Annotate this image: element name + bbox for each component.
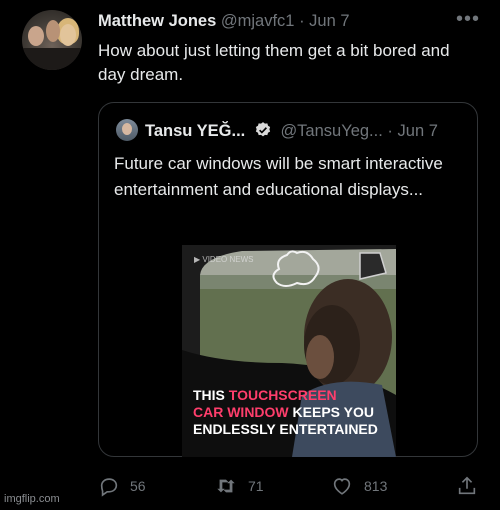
quoted-header: Tansu YEĞ... @TansuYeg... · Jun 7 xyxy=(145,121,438,144)
avatar-photo-detail xyxy=(46,20,60,42)
separator: · xyxy=(387,122,393,140)
reply-count: 56 xyxy=(130,478,146,494)
tweet-date[interactable]: Jun 7 xyxy=(309,12,349,30)
avatar-photo-detail xyxy=(60,24,76,46)
display-name[interactable]: Matthew Jones xyxy=(98,12,216,30)
video-caption: THIS TOUCHSCREEN CAR WINDOW KEEPS YOU EN… xyxy=(193,387,378,438)
quoted-avatar[interactable] xyxy=(116,119,138,141)
caption-text: THIS xyxy=(193,387,229,403)
reply-icon xyxy=(100,478,118,497)
video-watermark: ▶ VIDEO NEWS xyxy=(194,255,254,264)
avatar-photo-detail xyxy=(28,26,44,46)
like-count: 813 xyxy=(364,478,388,494)
caption-text: ENDLESSLY ENTERTAINED xyxy=(193,421,378,437)
like-button[interactable]: 813 xyxy=(330,475,387,497)
heart-icon xyxy=(333,478,351,495)
handle[interactable]: @mjavfc1 xyxy=(221,12,295,30)
avatar-photo-detail xyxy=(22,48,82,70)
separator: · xyxy=(299,12,305,30)
share-icon xyxy=(458,476,476,495)
reply-button[interactable]: 56 xyxy=(98,475,146,497)
tweet-text: How about just letting them get a bit bo… xyxy=(98,41,450,84)
quoted-date[interactable]: Jun 7 xyxy=(398,122,438,140)
quoted-text: Future car windows will be smart interac… xyxy=(114,154,443,199)
retweet-button[interactable]: 71 xyxy=(214,475,264,497)
quoted-display-name[interactable]: Tansu YEĞ... xyxy=(145,122,245,140)
retweet-icon xyxy=(217,479,235,493)
avatar[interactable] xyxy=(22,10,82,70)
imgflip-watermark: imgflip.com xyxy=(4,493,60,505)
caption-text: KEEPS YOU xyxy=(288,404,374,420)
caption-highlight: CAR WINDOW xyxy=(193,404,289,420)
video-player[interactable]: ▶ VIDEO NEWS THIS TOUCHSCREEN CAR WINDOW… xyxy=(182,245,396,457)
share-button[interactable] xyxy=(456,475,488,497)
caption-highlight: TOUCHSCREEN xyxy=(228,387,337,403)
quoted-tweet[interactable]: Tansu YEĞ... @TansuYeg... · Jun 7 Future… xyxy=(98,102,478,457)
verified-badge-icon xyxy=(254,121,272,144)
more-horizontal-icon[interactable]: ••• xyxy=(456,8,480,31)
action-bar: 56 71 813 xyxy=(0,475,500,499)
quoted-handle[interactable]: @TansuYeg... xyxy=(280,122,382,140)
tweet-header: Matthew Jones @mjavfc1 · Jun 7 xyxy=(98,12,350,31)
retweet-count: 71 xyxy=(248,478,264,494)
